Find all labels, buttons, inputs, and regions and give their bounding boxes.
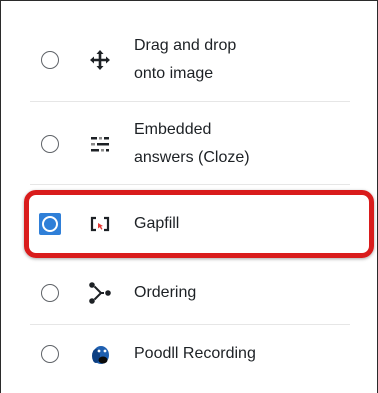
option-label: Drag and drop onto image (134, 36, 237, 82)
radio-wrap (30, 345, 70, 363)
radio-wrap (30, 50, 70, 69)
radio-wrap (30, 283, 70, 302)
cloze-icon (70, 135, 130, 153)
radio-button[interactable] (41, 50, 59, 69)
option-drag-drop-image[interactable]: Drag and drop onto image (30, 18, 350, 102)
option-label: Embedded answers (Cloze) (134, 120, 250, 166)
option-embedded-answers-cloze[interactable]: Embedded answers (Cloze) (30, 103, 350, 185)
option-label: Poodll Recording (134, 345, 256, 362)
option-label: Ordering (134, 283, 197, 301)
option-poodll-recording[interactable]: Poodll Recording (30, 326, 350, 382)
ordering-icon (70, 281, 130, 305)
move-arrows-icon (70, 49, 130, 71)
radio-wrap (30, 134, 70, 153)
radio-button[interactable] (41, 283, 59, 302)
radio-button[interactable] (41, 345, 59, 363)
radio-button[interactable] (41, 134, 59, 153)
option-ordering[interactable]: Ordering (30, 261, 350, 325)
poodll-icon (70, 342, 130, 366)
selection-highlight-frame (24, 190, 374, 258)
